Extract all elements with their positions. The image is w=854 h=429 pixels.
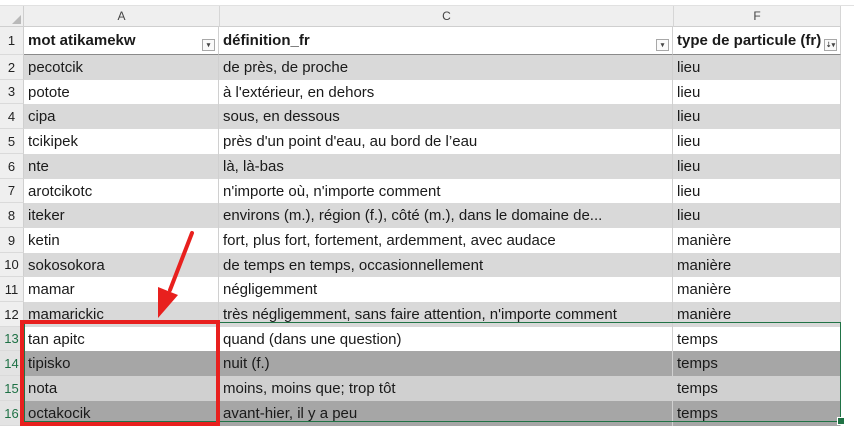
row-header-10[interactable]: 10 xyxy=(0,253,24,277)
cell-c-11[interactable]: négligemment xyxy=(219,277,673,302)
column-header-a[interactable]: A xyxy=(24,6,220,27)
cell-a-4[interactable]: cipa xyxy=(24,104,219,129)
fill-handle[interactable] xyxy=(837,417,845,425)
cell-a-13[interactable]: tan apitc xyxy=(24,327,219,351)
cell-a-3[interactable]: potote xyxy=(24,80,219,104)
dropdown-icon[interactable]: ▾ xyxy=(656,39,669,51)
header-label: mot atikamekw xyxy=(28,32,136,49)
cell-f-2[interactable]: lieu xyxy=(673,55,841,80)
table-row: iteker environs (m.), région (f.), côté (… xyxy=(24,203,841,228)
cell-c-4[interactable]: sous, en dessous xyxy=(219,104,673,129)
cell-c-8[interactable]: environs (m.), région (f.), côté (m.), d… xyxy=(219,203,673,228)
cell-f-3[interactable]: lieu xyxy=(673,80,841,104)
column-header-f[interactable]: F xyxy=(674,6,841,27)
table-row: potote à l'extérieur, en dehors lieu xyxy=(24,80,841,104)
column-header-c[interactable]: C xyxy=(220,6,674,27)
cell-c-3[interactable]: à l'extérieur, en dehors xyxy=(219,80,673,104)
select-all-icon xyxy=(12,15,21,24)
row-header-11[interactable]: 11 xyxy=(0,277,24,302)
table-row: sokosokora de temps en temps, occasionnel… xyxy=(24,253,841,277)
header-cell-definition[interactable]: définition_fr ▾ xyxy=(219,27,673,55)
table-row: cipa sous, en dessous lieu xyxy=(24,104,841,129)
cell-a-6[interactable]: nte xyxy=(24,154,219,179)
table-row: tan apitc quand (dans une question) temps xyxy=(24,327,841,351)
row-header-9[interactable]: 9 xyxy=(0,228,24,253)
cell-a-14[interactable]: tipisko xyxy=(24,351,219,376)
cell-a-8[interactable]: iteker xyxy=(24,203,219,228)
header-label: type de particule (fr) xyxy=(677,32,822,49)
table-row: arotcikotc n'importe où, n'importe commen… xyxy=(24,179,841,203)
cell-f-14[interactable]: temps xyxy=(673,351,841,376)
cell-c-6[interactable]: là, là-bas xyxy=(219,154,673,179)
cell-c-7[interactable]: n'importe où, n'importe comment xyxy=(219,179,673,203)
cell-f-10[interactable]: manière xyxy=(673,253,841,277)
cell-a-15[interactable]: nota xyxy=(24,376,219,401)
cell-f-8[interactable]: lieu xyxy=(673,203,841,228)
table-row: octakocik avant-hier, il y a peu temps xyxy=(24,401,841,426)
cell-c-9[interactable]: fort, plus fort, fortement, ardemment, a… xyxy=(219,228,673,253)
header-cell-mot-atikamekw[interactable]: mot atikamekw ▾ xyxy=(24,27,219,55)
cell-a-16[interactable]: octakocik xyxy=(24,401,219,426)
row-header-13[interactable]: 13 xyxy=(0,327,24,351)
table-header-row: mot atikamekw ▾ définition_fr ▾ type de … xyxy=(24,27,841,55)
header-cell-type-particule[interactable]: type de particule (fr) ⇣▾ xyxy=(673,27,841,55)
row-header-4[interactable]: 4 xyxy=(0,104,24,129)
row-header-7[interactable]: 7 xyxy=(0,179,24,203)
cell-f-7[interactable]: lieu xyxy=(673,179,841,203)
select-all-button[interactable] xyxy=(0,6,24,27)
cell-f-5[interactable]: lieu xyxy=(673,129,841,154)
table-row: tcikipek près d'un point d'eau, au bord d… xyxy=(24,129,841,154)
row-header-1[interactable]: 1 xyxy=(0,27,24,55)
row-header-3[interactable]: 3 xyxy=(0,80,24,104)
spreadsheet: A C F 1 mot atikamekw ▾ définition_fr ▾ … xyxy=(0,0,854,429)
cell-a-5[interactable]: tcikipek xyxy=(24,129,219,154)
table-row: mamarickic très négligemment, sans faire … xyxy=(24,302,841,327)
cell-c-16[interactable]: avant-hier, il y a peu xyxy=(219,401,673,426)
cell-a-10[interactable]: sokosokora xyxy=(24,253,219,277)
cell-a-11[interactable]: mamar xyxy=(24,277,219,302)
table-row: nte là, là-bas lieu xyxy=(24,154,841,179)
cell-c-12[interactable]: très négligemment, sans faire attention,… xyxy=(219,302,673,327)
cell-c-14[interactable]: nuit (f.) xyxy=(219,351,673,376)
cell-c-5[interactable]: près d'un point d'eau, au bord de l’eau xyxy=(219,129,673,154)
table-row: ketin fort, plus fort, fortement, ardemme… xyxy=(24,228,841,253)
header-label: définition_fr xyxy=(223,32,310,49)
cell-f-12[interactable]: manière xyxy=(673,302,841,327)
table-row: mamar négligemment manière xyxy=(24,277,841,302)
row-header-16[interactable]: 16 xyxy=(0,401,24,426)
dropdown-icon[interactable]: ▾ xyxy=(202,39,215,51)
row-header-15[interactable]: 15 xyxy=(0,376,24,401)
sort-filter-icon[interactable]: ⇣▾ xyxy=(824,39,837,51)
cell-c-15[interactable]: moins, moins que; trop tôt xyxy=(219,376,673,401)
table-row: nota moins, moins que; trop tôt temps xyxy=(24,376,841,401)
cell-c-2[interactable]: de près, de proche xyxy=(219,55,673,80)
row-header-12[interactable]: 12 xyxy=(0,302,24,327)
row-header-8[interactable]: 8 xyxy=(0,203,24,228)
table-row: pecotcik de près, de proche lieu xyxy=(24,55,841,80)
cell-a-12[interactable]: mamarickic xyxy=(24,302,219,327)
cell-a-2[interactable]: pecotcik xyxy=(24,55,219,80)
cell-f-16[interactable]: temps xyxy=(673,401,841,426)
row-header-5[interactable]: 5 xyxy=(0,129,24,154)
cell-a-9[interactable]: ketin xyxy=(24,228,219,253)
cell-f-6[interactable]: lieu xyxy=(673,154,841,179)
row-header-2[interactable]: 2 xyxy=(0,55,24,80)
row-header-6[interactable]: 6 xyxy=(0,154,24,179)
table-row: tipisko nuit (f.) temps xyxy=(24,351,841,376)
cell-c-13[interactable]: quand (dans une question) xyxy=(219,327,673,351)
row-header-14[interactable]: 14 xyxy=(0,351,24,376)
cell-f-11[interactable]: manière xyxy=(673,277,841,302)
cell-f-15[interactable]: temps xyxy=(673,376,841,401)
cell-f-4[interactable]: lieu xyxy=(673,104,841,129)
cell-f-9[interactable]: manière xyxy=(673,228,841,253)
cell-f-13[interactable]: temps xyxy=(673,327,841,351)
cell-c-10[interactable]: de temps en temps, occasionnellement xyxy=(219,253,673,277)
cell-a-7[interactable]: arotcikotc xyxy=(24,179,219,203)
